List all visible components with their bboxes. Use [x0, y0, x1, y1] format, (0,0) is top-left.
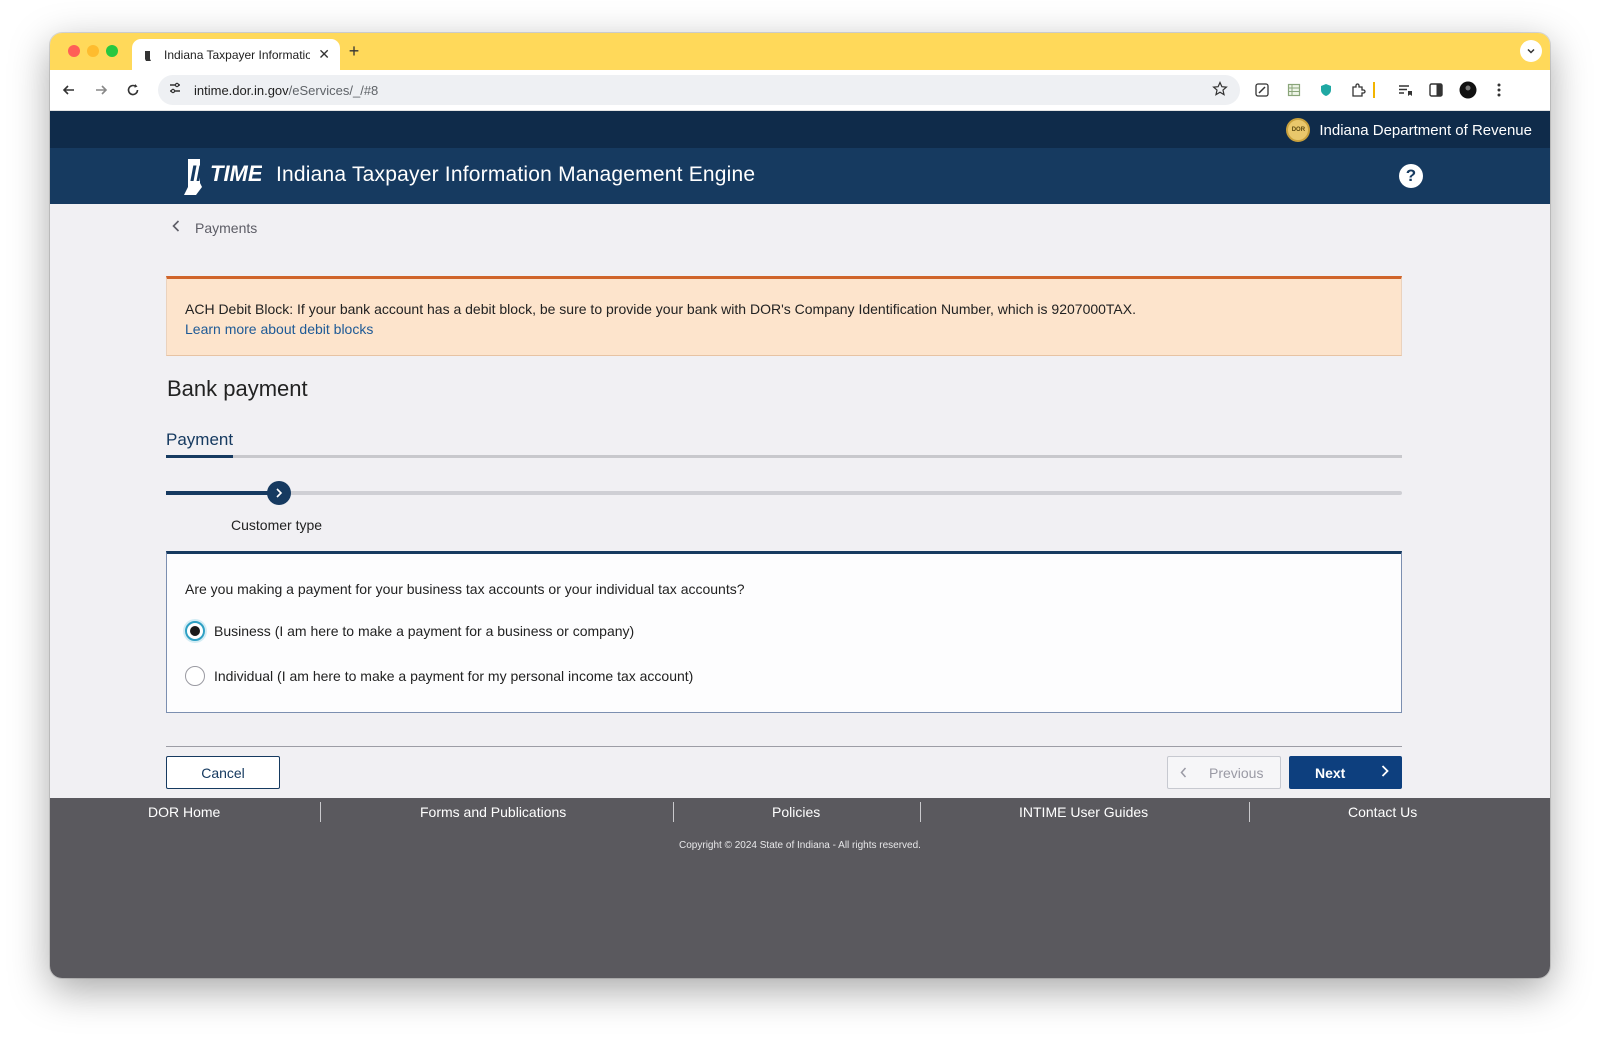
browser-window: Indiana Taxpayer Information ✕ + intime.… — [50, 33, 1550, 978]
radio-option-business[interactable]: Business (I am here to make a payment fo… — [185, 621, 634, 641]
action-divider — [166, 746, 1402, 747]
extension-sheet-icon[interactable] — [1285, 81, 1303, 99]
radio-option-individual[interactable]: Individual (I am here to make a payment … — [185, 666, 693, 686]
next-button[interactable]: Next — [1289, 756, 1402, 789]
main-content: Payments ACH Debit Block: If your bank a… — [50, 204, 1550, 798]
payment-tabs: Payment — [166, 430, 1402, 458]
browser-menu-icon[interactable] — [1490, 81, 1508, 99]
maximize-window-button[interactable] — [106, 45, 118, 57]
individual-option-label: Individual (I am here to make a payment … — [214, 668, 694, 684]
profile-avatar[interactable] — [1459, 81, 1477, 99]
tab-strip: Indiana Taxpayer Information ✕ + — [50, 33, 1550, 70]
url-path: /eServices/_/#8 — [288, 82, 379, 98]
svg-text:TIME: TIME — [210, 161, 262, 186]
side-panel-icon[interactable] — [1427, 81, 1445, 99]
indiana-favicon-icon — [142, 49, 154, 61]
chevron-right-icon — [1381, 764, 1389, 780]
site-settings-icon[interactable] — [168, 81, 182, 100]
address-bar[interactable]: intime.dor.in.gov/eServices/_/#8 — [158, 75, 1240, 105]
page-title: Bank payment — [167, 376, 308, 401]
reading-list-icon[interactable] — [1396, 81, 1414, 99]
stepper-track — [166, 491, 1402, 495]
debit-block-alert: ACH Debit Block: If your bank account ha… — [166, 276, 1402, 356]
previous-button[interactable]: Previous — [1167, 756, 1281, 789]
individual-radio[interactable] — [185, 666, 205, 686]
stepper-progress — [166, 491, 270, 495]
step-current-icon — [267, 481, 291, 505]
footer-separator — [1249, 802, 1250, 822]
app-header: IN TIME Indiana Taxpayer Information Man… — [50, 148, 1550, 204]
url-text: intime.dor.in.gov/eServices/_/#8 — [194, 83, 378, 98]
question-text: Are you making a payment for your busine… — [185, 581, 745, 597]
footer-separator — [673, 802, 674, 822]
intime-logo[interactable]: IN TIME — [182, 157, 264, 197]
extension-edit-icon[interactable] — [1253, 81, 1271, 99]
puzzle-extensions-icon[interactable] — [1349, 81, 1367, 99]
url-host: intime.dor.in.gov — [194, 82, 289, 98]
close-window-button[interactable] — [68, 45, 80, 57]
footer-links: DOR Home Forms and Publications Policies… — [50, 798, 1550, 826]
reload-icon[interactable] — [122, 79, 144, 101]
back-to-payments-link[interactable]: Payments — [172, 219, 257, 236]
customer-type-card: Are you making a payment for your busine… — [166, 551, 1402, 713]
chevron-left-icon — [1180, 765, 1187, 781]
new-tab-icon[interactable]: + — [344, 41, 364, 62]
tab-close-icon[interactable]: ✕ — [318, 46, 330, 63]
app-title: Indiana Taxpayer Information Management … — [276, 163, 756, 186]
alert-message: ACH Debit Block: If your bank account ha… — [185, 301, 1137, 317]
forward-arrow-icon[interactable] — [90, 79, 112, 101]
cancel-button[interactable]: Cancel — [166, 756, 280, 789]
previous-label: Previous — [1209, 764, 1264, 781]
footer-separator — [320, 802, 321, 822]
step-label: Customer type — [231, 517, 323, 533]
agency-name: Indiana Department of Revenue — [1319, 121, 1532, 139]
tab-title: Indiana Taxpayer Information — [164, 47, 311, 62]
next-label: Next — [1315, 764, 1346, 781]
back-arrow-icon[interactable] — [58, 79, 80, 101]
debit-blocks-link[interactable]: Learn more about debit blocks — [185, 321, 373, 337]
footer-link-dor-home[interactable]: DOR Home — [148, 804, 220, 820]
footer-link-user-guides[interactable]: INTIME User Guides — [1019, 804, 1148, 820]
copyright-text: Copyright © 2024 State of Indiana - All … — [679, 840, 921, 851]
minimize-window-button[interactable] — [87, 45, 99, 57]
shield-extension-icon[interactable] — [1317, 81, 1335, 99]
site-footer: DOR Home Forms and Publications Policies… — [50, 798, 1550, 978]
chevron-left-icon — [172, 219, 180, 236]
progress-stepper: Customer type — [166, 480, 1402, 533]
business-radio[interactable] — [185, 621, 205, 641]
tab-search-icon[interactable] — [1520, 40, 1542, 62]
footer-link-forms[interactable]: Forms and Publications — [420, 804, 566, 820]
footer-separator — [920, 802, 921, 822]
toolbar-divider-icon — [1372, 81, 1376, 99]
business-option-label: Business (I am here to make a payment fo… — [214, 623, 635, 639]
back-link-label: Payments — [195, 219, 258, 236]
agency-brand[interactable]: DOR Indiana Department of Revenue — [1286, 118, 1532, 142]
tab-payment[interactable]: Payment — [166, 430, 234, 458]
agency-banner: DOR Indiana Department of Revenue — [50, 111, 1550, 148]
help-icon[interactable]: ? — [1399, 164, 1423, 188]
footer-link-contact[interactable]: Contact Us — [1348, 804, 1417, 820]
dor-seal-icon: DOR — [1286, 118, 1311, 142]
browser-tab[interactable]: Indiana Taxpayer Information ✕ — [132, 39, 340, 70]
bookmark-star-icon[interactable] — [1212, 81, 1228, 102]
browser-toolbar: intime.dor.in.gov/eServices/_/#8 — [50, 70, 1550, 111]
footer-link-policies[interactable]: Policies — [772, 804, 820, 820]
